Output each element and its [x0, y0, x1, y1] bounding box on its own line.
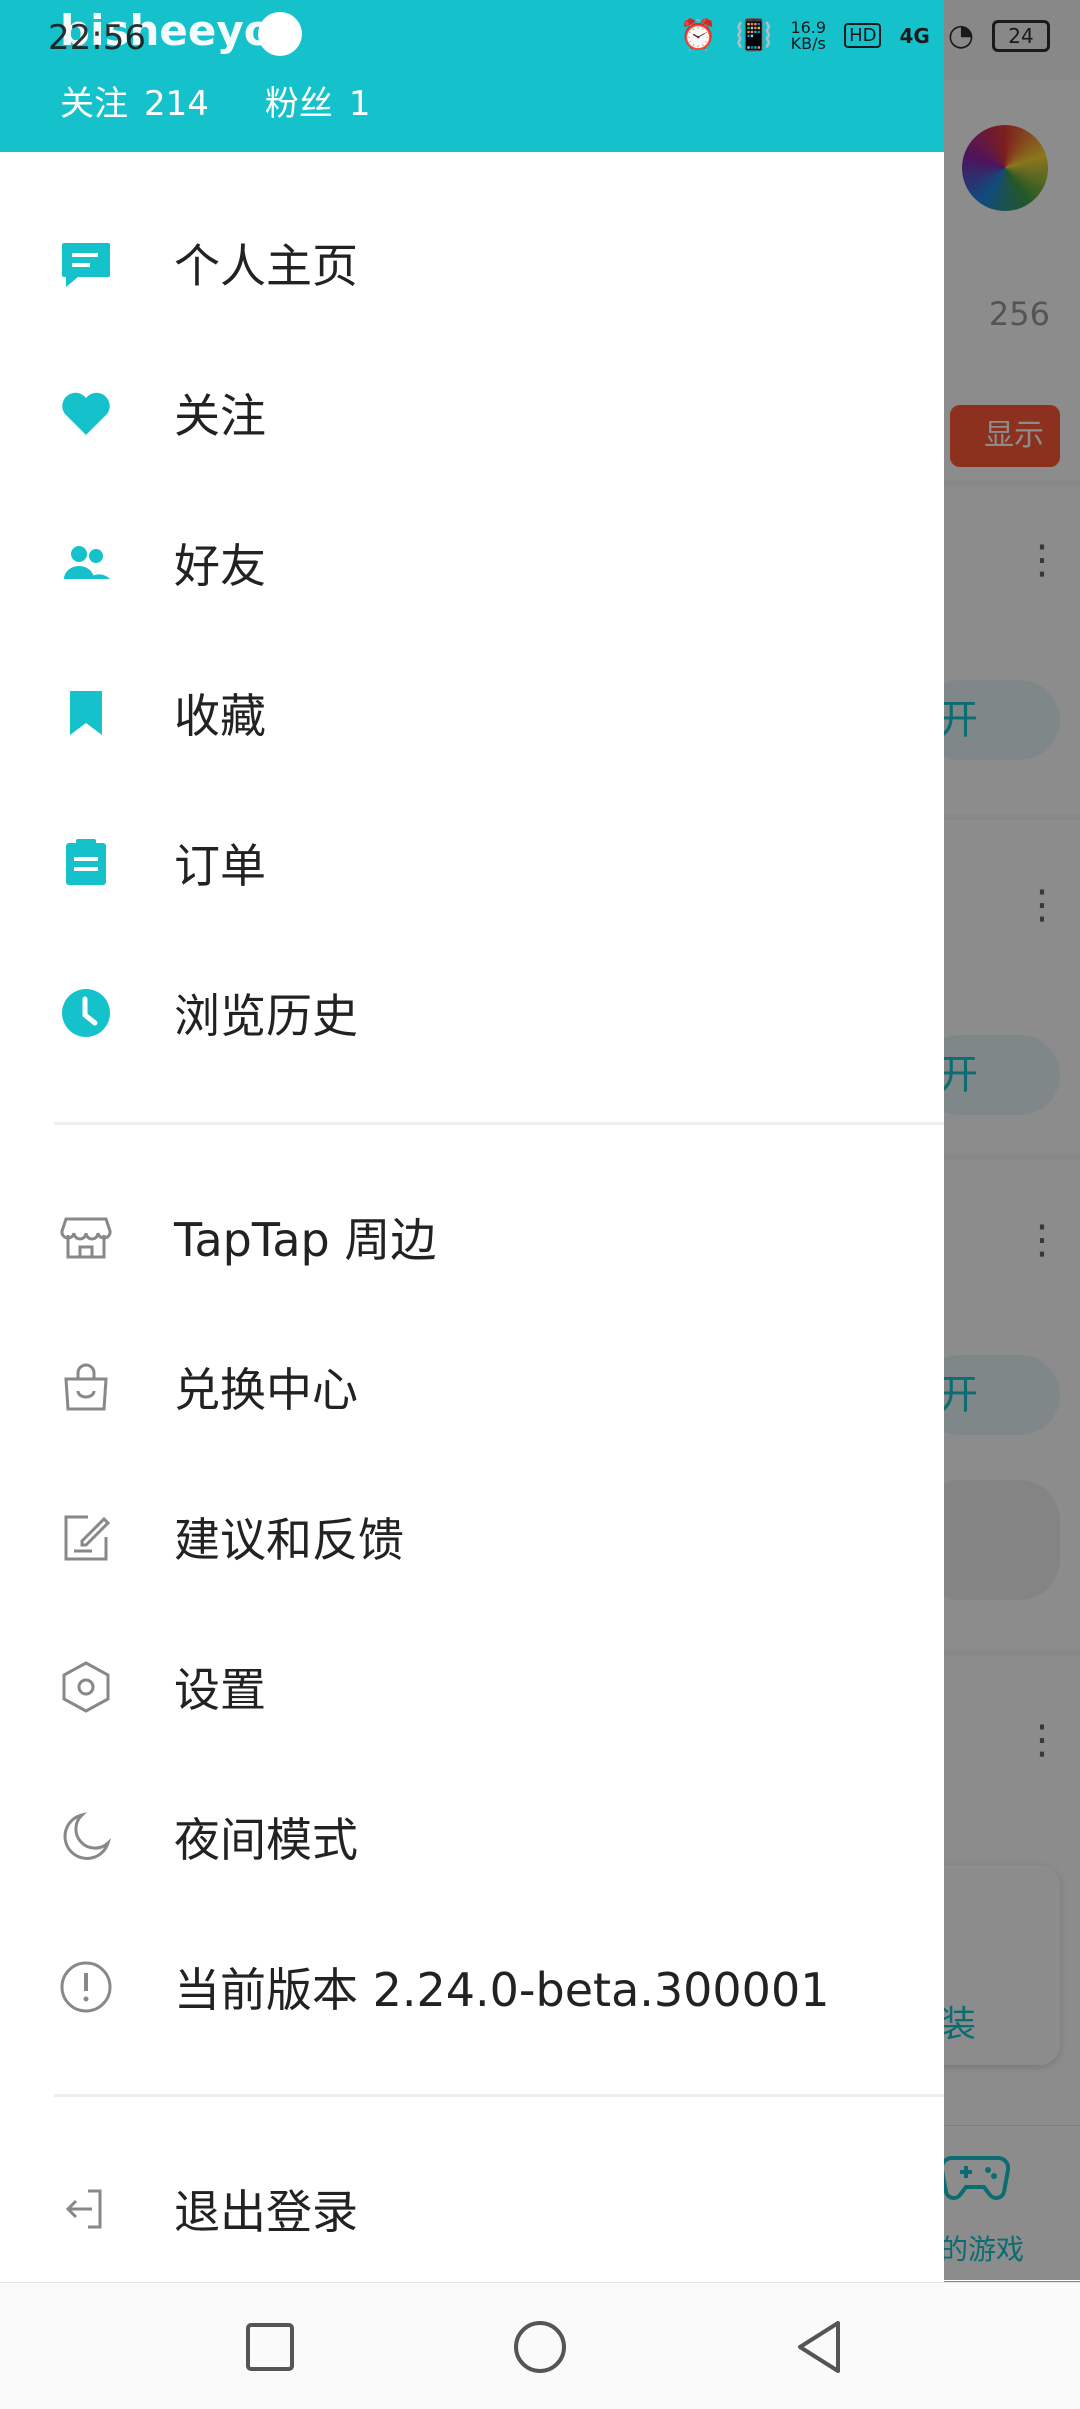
battery-icon: 24 — [992, 19, 1050, 52]
vibrate-icon: 📳 — [735, 18, 773, 53]
edit-feedback-icon — [64, 1515, 111, 1561]
menu-label: 关注 — [174, 389, 266, 443]
back-button[interactable] — [778, 2305, 862, 2389]
menu-label: 兑换中心 — [174, 1363, 358, 1417]
menu-label: 好友 — [174, 539, 266, 593]
menu-item-logout[interactable]: 退出登录 — [0, 2134, 944, 2284]
menu-label: 夜间模式 — [174, 1813, 358, 1867]
menu-label: 订单 — [174, 839, 266, 893]
status-bar: 22:56 ⏰ 📳 16.9 KB/s HD 4G ◔ 24 — [0, 0, 1080, 80]
menu-item-feedback[interactable]: 建议和反馈 — [0, 1462, 944, 1612]
settings-hexagon-icon — [62, 1661, 110, 1713]
menu-item-favorites[interactable]: 收藏 — [0, 638, 944, 788]
info-exclamation-icon — [60, 1961, 112, 2013]
menu-label: 收藏 — [174, 689, 266, 743]
bookmark-icon — [70, 691, 102, 735]
menu-item-version[interactable]: 当前版本 2.24.0-beta.300001 — [0, 1912, 944, 2062]
status-time: 22:56 — [48, 18, 146, 58]
hd-icon: HD — [844, 23, 882, 48]
recent-apps-button[interactable] — [228, 2305, 312, 2389]
network-speed-unit: KB/s — [790, 33, 826, 53]
menu-item-redeem-center[interactable]: 兑换中心 — [0, 1312, 944, 1462]
signal-4g-icon: 4G — [899, 23, 930, 48]
menu-divider — [54, 2094, 944, 2097]
menu-item-night-mode[interactable]: 夜间模式 — [0, 1762, 944, 1912]
menu-item-taptap-merch[interactable]: TapTap 周边 — [0, 1162, 944, 1312]
moon-icon — [63, 1812, 112, 1860]
network-speed: 16.9 KB/s — [790, 19, 826, 53]
heart-icon — [62, 392, 110, 435]
menu-item-orders[interactable]: 订单 — [0, 788, 944, 938]
menu-item-settings[interactable]: 设置 — [0, 1612, 944, 1762]
store-icon — [60, 1217, 112, 1259]
navigation-drawer: bisheeyo 关注 214 粉丝 1 个人主页 关注 好友 收藏 订单 浏览… — [0, 0, 944, 2282]
fans-label[interactable]: 粉丝 — [265, 84, 333, 124]
status-icons: ⏰ 📳 16.9 KB/s HD 4G ◔ 24 — [680, 18, 1050, 53]
clock-icon — [62, 989, 110, 1037]
alarm-icon: ⏰ — [679, 18, 718, 53]
menu-label: 退出登录 — [174, 2185, 358, 2239]
friends-icon — [64, 546, 110, 579]
menu-label: TapTap 周边 — [174, 1213, 437, 1267]
follow-label[interactable]: 关注 — [60, 84, 128, 124]
user-stats: 关注 214 粉丝 1 — [60, 76, 387, 125]
order-clipboard-icon — [66, 839, 106, 885]
fans-count[interactable]: 1 — [349, 84, 371, 124]
menu-label: 浏览历史 — [174, 989, 358, 1043]
system-nav-bar — [0, 2282, 1080, 2409]
home-button[interactable] — [498, 2305, 582, 2389]
menu-label: 设置 — [174, 1663, 266, 1717]
menu-label: 个人主页 — [174, 239, 358, 293]
menu-item-follow[interactable]: 关注 — [0, 338, 944, 488]
menu-item-history[interactable]: 浏览历史 — [0, 938, 944, 1088]
shopping-bag-icon — [64, 1363, 108, 1411]
wifi-icon: ◔ — [947, 18, 974, 53]
follow-count[interactable]: 214 — [144, 84, 209, 124]
menu-label: 建议和反馈 — [174, 1513, 404, 1567]
menu-label: 当前版本 2.24.0-beta.300001 — [174, 1963, 830, 2017]
logout-icon — [65, 2189, 102, 2229]
menu-item-friends[interactable]: 好友 — [0, 488, 944, 638]
menu-divider — [54, 1122, 944, 1125]
menu-item-profile[interactable]: 个人主页 — [0, 188, 944, 338]
profile-card-icon — [62, 243, 110, 287]
